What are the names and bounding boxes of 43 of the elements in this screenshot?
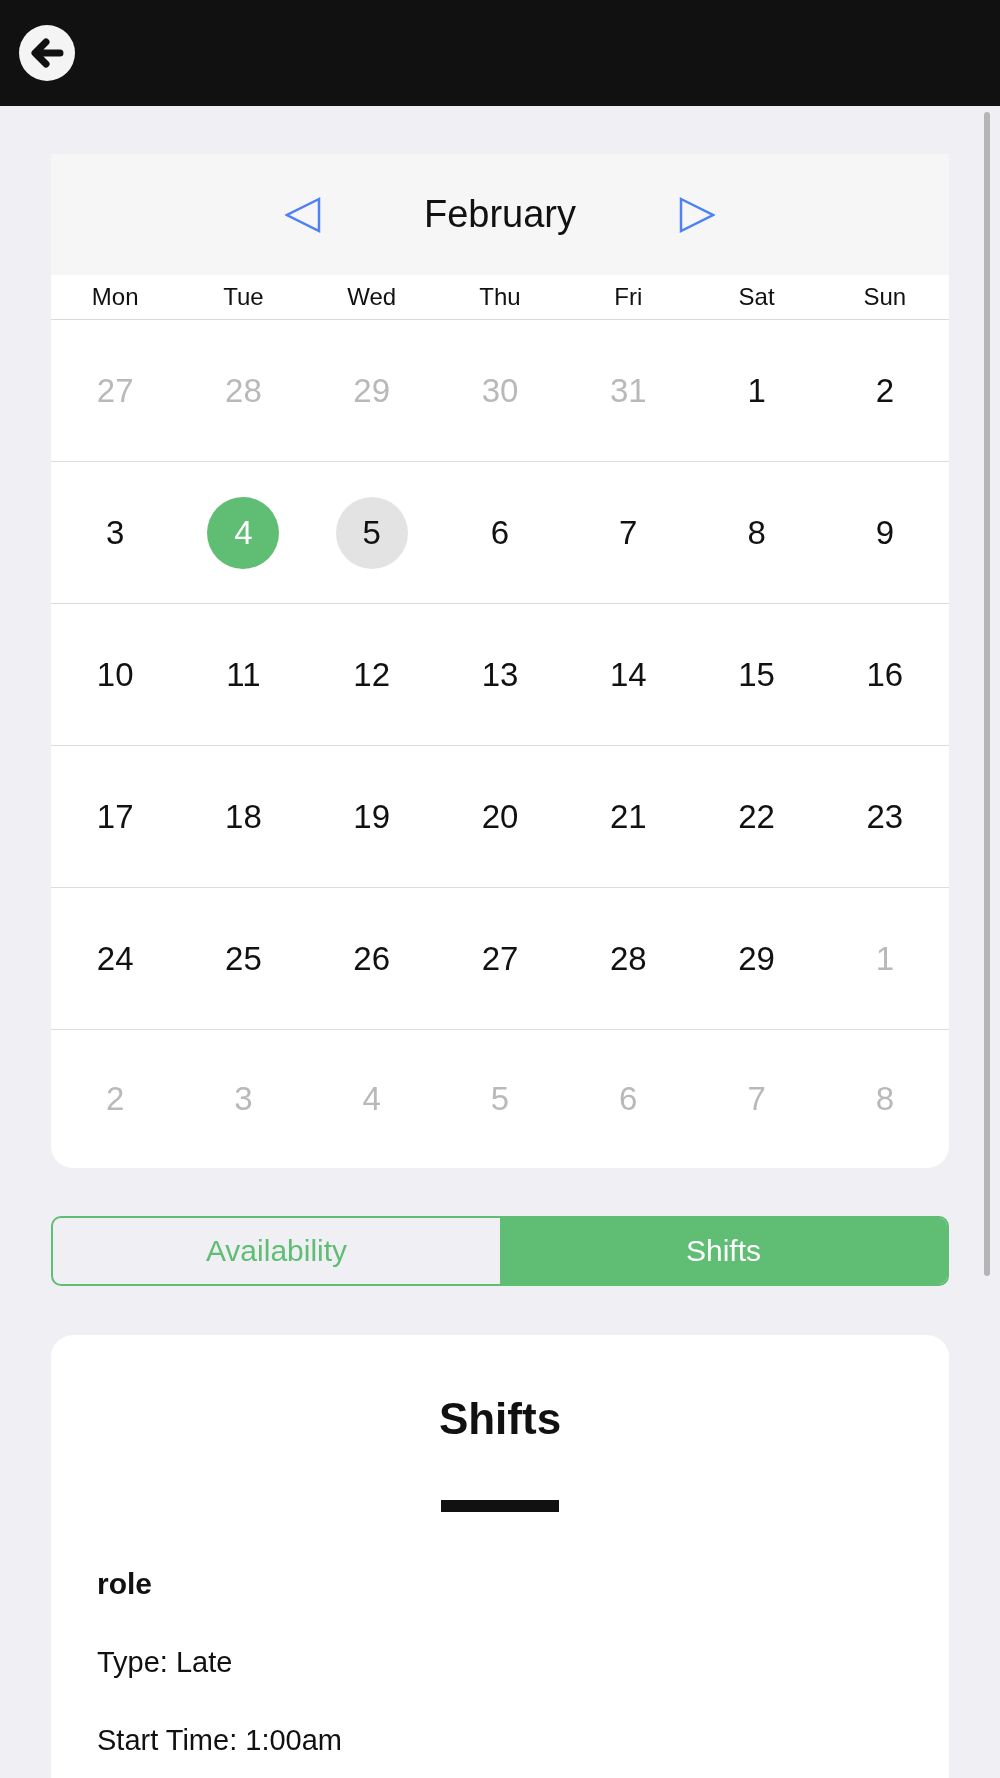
calendar-day[interactable]: 26 <box>335 922 408 995</box>
calendar-day[interactable]: 13 <box>464 638 536 711</box>
calendar-day[interactable]: 6 <box>464 496 536 569</box>
calendar-day[interactable]: 17 <box>79 780 152 853</box>
shift-detail: Type: Late <box>97 1645 233 1680</box>
calendar-day[interactable]: 15 <box>720 638 793 711</box>
weekday-label: Fri <box>614 283 643 311</box>
calendar-day[interactable]: 3 <box>79 496 152 569</box>
shift-detail: Start Time: 1:00am <box>97 1723 342 1758</box>
calendar-day[interactable]: 21 <box>592 780 665 853</box>
weekday-label: Tue <box>223 283 264 311</box>
calendar-day[interactable]: 2 <box>848 354 921 427</box>
calendar-day[interactable]: 20 <box>464 780 536 853</box>
calendar-day[interactable]: 27 <box>464 922 536 995</box>
calendar-day[interactable]: 7 <box>592 496 665 569</box>
shift-role: role <box>97 1566 153 1602</box>
calendar-day[interactable]: 12 <box>335 638 408 711</box>
calendar-day[interactable]: 28 <box>592 922 665 995</box>
panel-title: Shifts <box>438 1393 562 1445</box>
calendar-day[interactable]: 24 <box>79 922 152 995</box>
scrollbar-thumb[interactable] <box>984 112 990 1276</box>
weekday-label: Sun <box>863 283 907 311</box>
weekday-label: Thu <box>479 283 521 311</box>
calendar-day[interactable]: 11 <box>207 638 280 711</box>
calendar-day[interactable]: 19 <box>335 780 408 853</box>
calendar-day[interactable]: 1 <box>720 354 793 427</box>
weekday-label: Sat <box>738 283 775 311</box>
month-title: February <box>423 193 577 236</box>
calendar-day[interactable]: 29 <box>720 922 793 995</box>
calendar-day[interactable]: 16 <box>848 638 921 711</box>
calendar-day[interactable]: 8 <box>720 496 793 569</box>
calendar-day[interactable]: 25 <box>207 922 280 995</box>
calendar-day[interactable]: 14 <box>592 638 665 711</box>
weekday-label: Mon <box>91 283 139 311</box>
left-triangle-icon[interactable] <box>285 196 321 233</box>
calendar-day[interactable]: 18 <box>207 780 280 853</box>
calendar-day[interactable]: 23 <box>848 780 921 853</box>
calendar-day[interactable]: 22 <box>720 780 793 853</box>
calendar-day[interactable]: 10 <box>79 638 152 711</box>
calendar-day[interactable]: 5 <box>335 496 408 569</box>
right-triangle-icon[interactable] <box>679 196 715 233</box>
calendar-day[interactable]: 9 <box>848 496 921 569</box>
weekday-label: Wed <box>347 283 397 311</box>
